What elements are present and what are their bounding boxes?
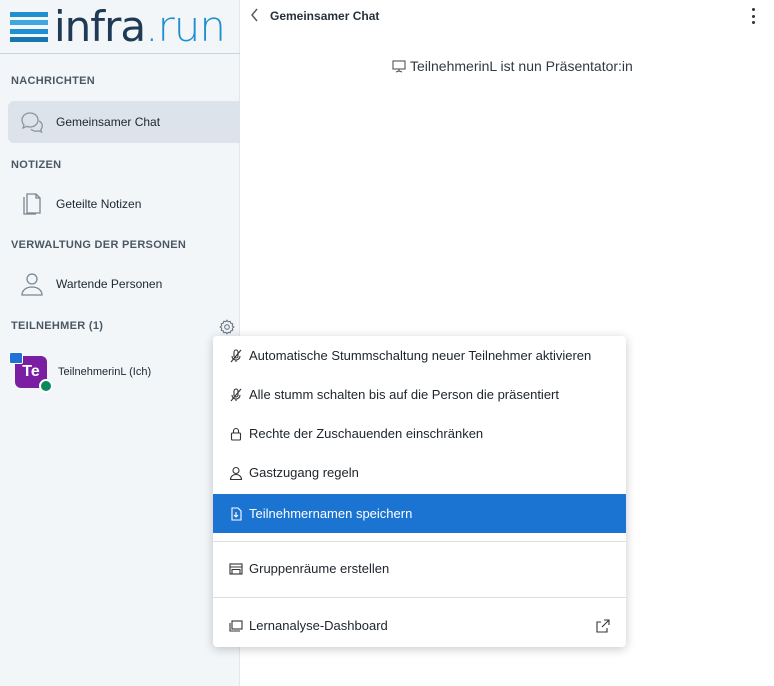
- dashboard-icon: [229, 619, 243, 632]
- menu-item-label: Gruppenräume erstellen: [249, 561, 390, 576]
- presentation-icon: [392, 60, 406, 73]
- lock-icon: [230, 427, 242, 441]
- menu-item-mute-all-except-presenter[interactable]: Alle stumm schalten bis auf die Person d…: [213, 375, 626, 414]
- more-options-icon[interactable]: [748, 8, 758, 24]
- section-title-participants: TEILNEHMER (1): [11, 320, 104, 332]
- menu-divider: [213, 597, 626, 598]
- menu-item-auto-mute-new[interactable]: Automatische Stummschaltung neuer Teilne…: [213, 336, 626, 375]
- participant-list-item[interactable]: Te TeilnehmerinL (Ich): [8, 352, 188, 393]
- menu-item-label: Automatische Stummschaltung neuer Teilne…: [249, 348, 592, 363]
- section-title-notes: NOTIZEN: [11, 159, 62, 171]
- participant-name: TeilnehmerinL (Ich): [58, 366, 152, 378]
- avatar-initials: Te: [22, 363, 40, 380]
- menu-item-save-user-names[interactable]: Teilnehmernamen speichern: [213, 494, 626, 533]
- sidebar-item-label: Geteilte Notizen: [56, 197, 142, 211]
- divider: [0, 53, 240, 54]
- notes-icon: [12, 183, 52, 225]
- menu-item-label: Alle stumm schalten bis auf die Person d…: [249, 387, 559, 402]
- menu-item-label: Gastzugang regeln: [249, 465, 359, 480]
- sidebar-item-label: Wartende Personen: [56, 277, 163, 291]
- chat-title: Gemeinsamer Chat: [270, 9, 380, 23]
- menu-item-label: Teilnehmernamen speichern: [249, 506, 413, 521]
- menu-item-label: Lernanalyse-Dashboard: [249, 618, 388, 633]
- logo-mark: [10, 12, 48, 42]
- section-title-user-management: VERWALTUNG DER PERSONEN: [11, 239, 187, 251]
- mic-off-icon: [230, 387, 242, 401]
- download-file-icon: [231, 506, 242, 521]
- rooms-icon: [229, 562, 243, 575]
- participant-options-menu: Automatische Stummschaltung neuer Teilne…: [213, 336, 626, 647]
- system-message: TeilnehmerinL ist nun Präsentator:in: [392, 58, 633, 74]
- menu-divider: [213, 541, 626, 542]
- presenter-icon: [9, 352, 23, 364]
- avatar: Te: [9, 352, 53, 393]
- sidebar-item-public-chat[interactable]: Gemeinsamer Chat: [8, 101, 240, 143]
- logo-text: infra.run: [54, 2, 226, 51]
- mic-off-icon: [230, 348, 242, 362]
- brand-logo: infra.run: [10, 2, 226, 51]
- menu-item-learning-dashboard[interactable]: Lernanalyse-Dashboard: [213, 606, 626, 645]
- sidebar-item-label: Gemeinsamer Chat: [56, 115, 161, 129]
- microphone-icon: [39, 379, 53, 393]
- user-icon: [12, 263, 52, 305]
- external-link-icon: [596, 618, 610, 633]
- user-icon: [229, 466, 243, 480]
- chat-bubbles-icon: [12, 101, 52, 143]
- sidebar-item-shared-notes[interactable]: Geteilte Notizen: [8, 183, 240, 225]
- chevron-left-icon[interactable]: [249, 7, 261, 23]
- system-message-text: TeilnehmerinL ist nun Präsentator:in: [410, 58, 633, 74]
- gear-icon[interactable]: [219, 319, 235, 335]
- menu-item-create-breakout-rooms[interactable]: Gruppenräume erstellen: [213, 549, 626, 588]
- sidebar: infra.run NACHRICHTEN Gemeinsamer Chat N…: [0, 0, 240, 686]
- menu-item-label: Rechte der Zuschauenden einschränken: [249, 426, 484, 441]
- menu-item-lock-viewers[interactable]: Rechte der Zuschauenden einschränken: [213, 414, 626, 453]
- sidebar-item-waiting-users[interactable]: Wartende Personen: [8, 263, 240, 305]
- section-title-messages: NACHRICHTEN: [11, 75, 95, 87]
- menu-item-guest-policy[interactable]: Gastzugang regeln: [213, 453, 626, 492]
